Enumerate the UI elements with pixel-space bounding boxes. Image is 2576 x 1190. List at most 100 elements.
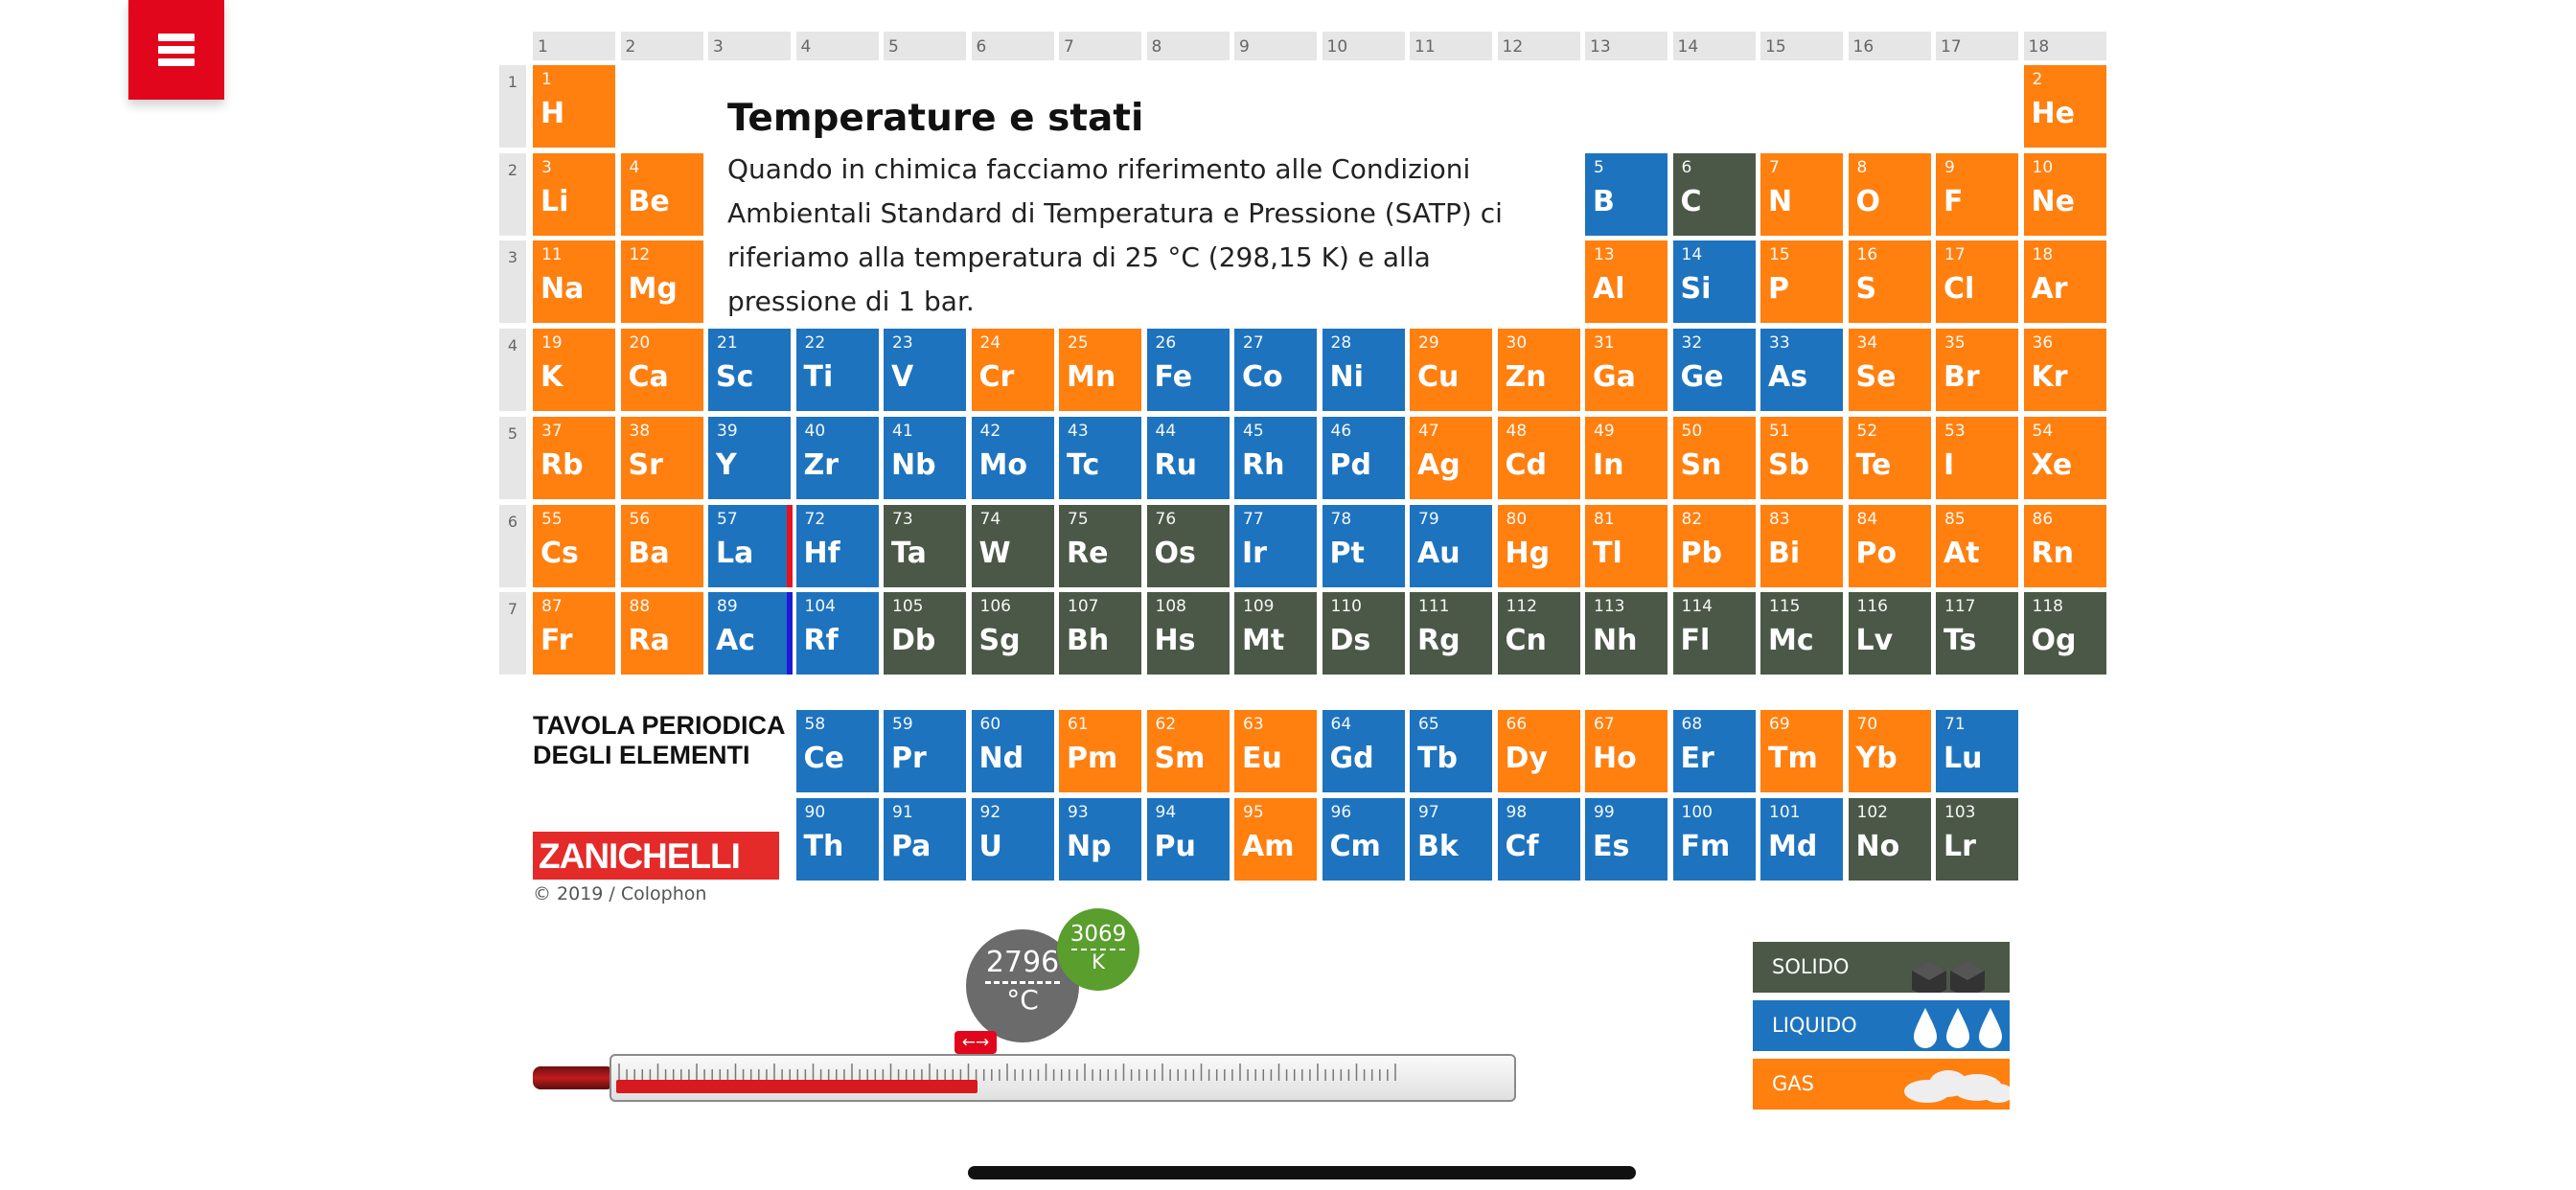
element-u[interactable]: 92 U	[971, 798, 1054, 881]
element-zr[interactable]: 40 Zr	[795, 416, 879, 499]
element-hf[interactable]: 72 Hf	[795, 504, 879, 587]
element-pu[interactable]: 94 Pu	[1146, 798, 1230, 881]
element-no[interactable]: 102 No	[1848, 798, 1931, 881]
legend-solid[interactable]: SOLIDO	[1753, 942, 2010, 993]
legend-gas[interactable]: GAS	[1753, 1059, 2010, 1110]
element-tc[interactable]: 43 Tc	[1059, 416, 1141, 499]
element-mc[interactable]: 115 Mc	[1760, 592, 1843, 675]
element-tl[interactable]: 81 Tl	[1585, 504, 1668, 587]
element-y[interactable]: 39 Y	[708, 416, 791, 499]
element-pb[interactable]: 82 Pb	[1672, 504, 1756, 587]
element-cl[interactable]: 17 Cl	[1936, 240, 2018, 324]
element-ga[interactable]: 31 Ga	[1585, 329, 1668, 412]
element-hg[interactable]: 80 Hg	[1497, 504, 1580, 587]
element-sc[interactable]: 21 Sc	[708, 329, 791, 412]
element-v[interactable]: 23 V	[884, 329, 966, 412]
element-zn[interactable]: 30 Zn	[1497, 329, 1580, 412]
element-o[interactable]: 8O	[1848, 152, 1931, 236]
element-ni[interactable]: 28 Ni	[1322, 329, 1405, 412]
element-bi[interactable]: 83 Bi	[1760, 504, 1843, 587]
element-tm[interactable]: 69 Tm	[1760, 710, 1843, 792]
element-au[interactable]: 79 Au	[1410, 504, 1492, 587]
element-sg[interactable]: 106 Sg	[971, 592, 1054, 675]
element-nd[interactable]: 60 Nd	[971, 710, 1054, 792]
element-pm[interactable]: 61 Pm	[1059, 710, 1141, 792]
element-eu[interactable]: 63 Eu	[1234, 710, 1317, 792]
element-he[interactable]: 2 He	[2023, 65, 2106, 148]
element-rh[interactable]: 45 Rh	[1234, 416, 1317, 499]
element-lr[interactable]: 103 Lr	[1936, 798, 2018, 881]
element-ba[interactable]: 56 Ba	[620, 504, 703, 587]
element-p[interactable]: 15 P	[1760, 240, 1843, 324]
element-nh[interactable]: 113 Nh	[1585, 592, 1668, 675]
hamburger-menu-button[interactable]	[128, 0, 224, 100]
element-ta[interactable]: 73 Ta	[884, 504, 966, 587]
element-se[interactable]: 34 Se	[1848, 329, 1931, 412]
element-xe[interactable]: 54 Xe	[2023, 416, 2106, 499]
element-bk[interactable]: 97 Bk	[1410, 798, 1492, 881]
element-ir[interactable]: 77 Ir	[1234, 504, 1317, 587]
element-rb[interactable]: 37 Rb	[533, 416, 615, 499]
element-pd[interactable]: 46 Pd	[1322, 416, 1405, 499]
element-th[interactable]: 90 Th	[795, 798, 879, 881]
element-yb[interactable]: 70 Yb	[1848, 710, 1931, 792]
element-ac[interactable]: 89 Ac	[708, 592, 793, 675]
element-br[interactable]: 35 Br	[1936, 329, 2018, 412]
element-ra[interactable]: 88 Ra	[620, 592, 703, 675]
element-cf[interactable]: 98 Cf	[1497, 798, 1580, 881]
element-ti[interactable]: 22 Ti	[795, 329, 879, 412]
element-hs[interactable]: 108 Hs	[1146, 592, 1230, 675]
element-na[interactable]: 11 Na	[533, 240, 615, 324]
element-sm[interactable]: 62 Sm	[1146, 710, 1230, 792]
element-fr[interactable]: 87 Fr	[533, 592, 615, 675]
element-at[interactable]: 85 At	[1936, 504, 2018, 587]
element-lv[interactable]: 116 Lv	[1848, 592, 1931, 675]
element-db[interactable]: 105 Db	[884, 592, 966, 675]
element-fm[interactable]: 100 Fm	[1672, 798, 1756, 881]
element-as[interactable]: 33 As	[1760, 329, 1843, 412]
thermometer-handle[interactable]: ←→	[954, 1031, 997, 1054]
element-fe[interactable]: 26 Fe	[1146, 329, 1230, 412]
element-s[interactable]: 16 S	[1848, 240, 1931, 324]
element-cn[interactable]: 112 Cn	[1497, 592, 1580, 675]
element-nb[interactable]: 41 Nb	[884, 416, 966, 499]
element-li[interactable]: 3 Li	[533, 152, 615, 236]
element-ce[interactable]: 58 Ce	[795, 710, 879, 792]
element-mg[interactable]: 12 Mg	[620, 240, 703, 324]
element-co[interactable]: 27 Co	[1234, 329, 1317, 412]
element-mn[interactable]: 25 Mn	[1059, 329, 1141, 412]
legend-liquid[interactable]: LIQUIDO	[1753, 1000, 2010, 1051]
element-w[interactable]: 74 W	[971, 504, 1054, 587]
element-es[interactable]: 99 Es	[1585, 798, 1668, 881]
element-pr[interactable]: 59 Pr	[884, 710, 966, 792]
element-bh[interactable]: 107 Bh	[1059, 592, 1141, 675]
element-mo[interactable]: 42 Mo	[971, 416, 1054, 499]
element-cm[interactable]: 96 Cm	[1322, 798, 1405, 881]
zanichelli-logo[interactable]: ZANICHELLI	[533, 832, 779, 880]
element-al[interactable]: 13 Al	[1585, 240, 1668, 324]
element-fl[interactable]: 114 Fl	[1672, 592, 1756, 675]
element-gd[interactable]: 64 Gd	[1322, 710, 1405, 792]
element-ar[interactable]: 18 Ar	[2023, 240, 2106, 324]
element-tb[interactable]: 65 Tb	[1410, 710, 1492, 792]
element-po[interactable]: 84 Po	[1848, 504, 1931, 587]
element-md[interactable]: 101 Md	[1760, 798, 1843, 881]
element-er[interactable]: 68 Er	[1672, 710, 1756, 792]
element-mt[interactable]: 109 Mt	[1234, 592, 1317, 675]
element-cs[interactable]: 55 Cs	[533, 504, 615, 587]
element-cu[interactable]: 29 Cu	[1410, 329, 1492, 412]
element-rf[interactable]: 104 Rf	[795, 592, 879, 675]
element-be[interactable]: 4 Be	[620, 152, 703, 236]
element-h[interactable]: 1H	[533, 65, 615, 148]
element-am[interactable]: 95 Am	[1234, 798, 1317, 881]
element-ru[interactable]: 44 Ru	[1146, 416, 1230, 499]
element-ge[interactable]: 32 Ge	[1672, 329, 1756, 412]
element-cr[interactable]: 24 Cr	[971, 329, 1054, 412]
element-og[interactable]: 118 Og	[2023, 592, 2106, 675]
thermometer-slider[interactable]: ←→	[533, 1031, 1520, 1104]
element-ho[interactable]: 67 Ho	[1585, 710, 1668, 792]
element-f[interactable]: 9F	[1936, 152, 2018, 236]
element-ca[interactable]: 20 Ca	[620, 329, 703, 412]
element-cd[interactable]: 48 Cd	[1497, 416, 1580, 499]
element-te[interactable]: 52 Te	[1848, 416, 1931, 499]
